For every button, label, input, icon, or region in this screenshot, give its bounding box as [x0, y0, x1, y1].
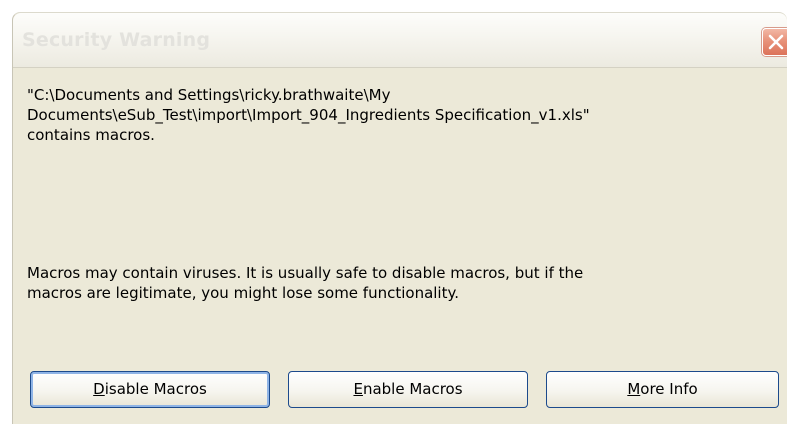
enable-macros-label: Enable Macros [353, 380, 463, 398]
more-info-button[interactable]: More Info [546, 371, 779, 408]
enable-macros-button[interactable]: Enable Macros [288, 371, 528, 408]
warning-text-line-1: Macros may contain viruses. It is usuall… [27, 264, 584, 282]
disable-macros-label: Disable Macros [93, 380, 207, 398]
title-bar[interactable]: Security Warning [13, 13, 787, 68]
warning-text-line-2: macros are legitimate, you might lose so… [27, 284, 459, 302]
file-path-line-2: Documents\eSub_Test\import\Import_904_In… [27, 106, 590, 124]
close-button[interactable] [762, 28, 787, 56]
security-warning-dialog: Security Warning "C:\Documents and Setti… [12, 12, 787, 424]
more-info-label: More Info [627, 380, 698, 398]
file-path-line-1: "C:\Documents and Settings\ricky.brathwa… [27, 86, 391, 104]
dialog-title: Security Warning [22, 29, 211, 51]
close-icon [768, 34, 784, 50]
disable-macros-button[interactable]: Disable Macros [30, 371, 270, 408]
contains-macros-text: contains macros. [27, 126, 155, 144]
